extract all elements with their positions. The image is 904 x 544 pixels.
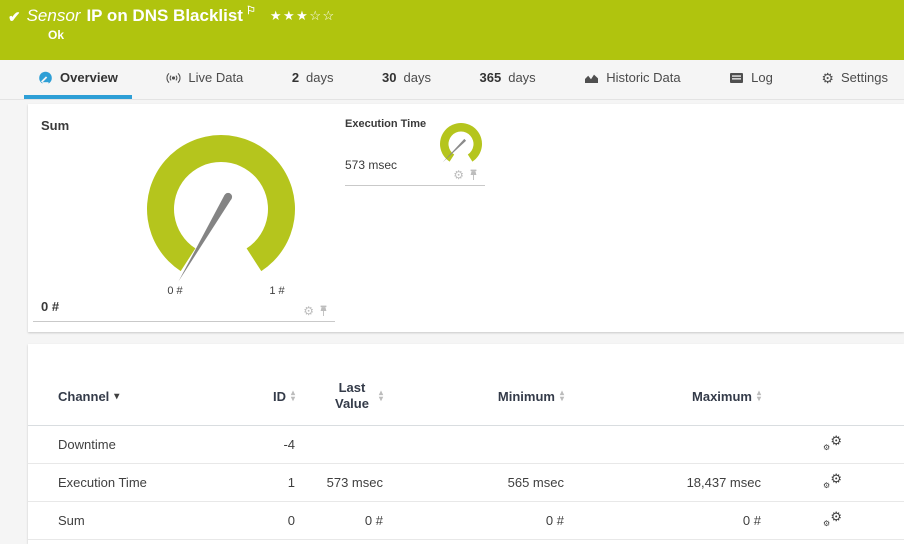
tab-30-days[interactable]: 30 days <box>368 60 445 99</box>
status-check-icon: ✔ <box>8 9 21 26</box>
gauges-panel: Sum 0 # 1 # 0 # ⚙ Execution Time 573 mse… <box>28 104 904 332</box>
gear-icon: ⚙ <box>823 480 831 490</box>
tab-number: 30 <box>382 70 397 85</box>
tab-bar: Overview Live Data 2 days 30 days 365 da… <box>0 60 904 100</box>
gauge-current-value: 573 msec <box>345 158 398 172</box>
sum-gauge <box>147 135 295 282</box>
cell-last-value: 573 msec <box>295 463 383 502</box>
broadcast-icon <box>166 72 181 83</box>
header-label: Channel <box>58 388 110 404</box>
tab-label: days <box>306 70 334 85</box>
cell-channel: Execution Time <box>28 463 238 502</box>
header-label: Maximum <box>692 388 752 404</box>
sort-icon[interactable]: ▴ ▾ <box>560 389 564 403</box>
tab-label: days <box>508 70 536 85</box>
priority-stars[interactable]: ★★★☆☆ <box>270 8 336 24</box>
sensor-status-text: Ok <box>48 28 65 42</box>
gear-icon: ⚙ <box>830 432 842 448</box>
table-row-execution-time: Execution Time 1 573 msec 565 msec 18,43… <box>28 463 904 502</box>
gauge-title: Sum <box>41 118 70 133</box>
gear-icon: ⚙ <box>823 442 831 452</box>
gauge-scale-min: 0 # <box>167 285 183 297</box>
cell-id: -4 <box>238 425 295 464</box>
cell-minimum: 565 msec <box>383 463 564 502</box>
tab-live-data[interactable]: Live Data <box>152 60 257 99</box>
sensor-kind-label: Sensor <box>26 6 81 25</box>
cell-maximum: 0 # <box>564 501 761 540</box>
stars-filled[interactable]: ★★★ <box>270 8 309 23</box>
cell-channel: Downtime <box>28 425 238 464</box>
tab-log[interactable]: Log <box>715 60 787 99</box>
pin-icon[interactable] <box>318 305 329 317</box>
gear-icon: ⚙ <box>830 470 842 486</box>
tab-settings[interactable]: ⚙ Settings <box>807 60 902 99</box>
sensor-title: IP on DNS Blacklist ⚐ <box>86 5 256 26</box>
table-row-sum: Sum 0 0 # 0 # 0 # ⚙ ⚙ <box>28 501 904 540</box>
gauge-settings-gear-icon[interactable]: ⚙ <box>453 169 464 181</box>
channels-table: Channel ▾ ID ▴ ▾ Last Value ▴ ▾ Minimum ▴ ▾ Max… <box>28 372 904 540</box>
gear-icon: ⚙ <box>830 508 842 524</box>
gauge-current-value: 0 # <box>41 299 60 314</box>
cell-minimum: 0 # <box>383 501 564 540</box>
sort-icon[interactable]: ▴ ▾ <box>757 389 761 403</box>
tab-2-days[interactable]: 2 days <box>278 60 348 99</box>
header-label: ID <box>272 388 286 404</box>
sensor-title-text: IP on DNS Blacklist <box>86 6 243 25</box>
tab-label: Historic Data <box>606 70 681 85</box>
tab-label: Overview <box>60 70 118 85</box>
execution-time-gauge-widget: Execution Time 573 msec ⚙ <box>345 112 485 186</box>
column-header-actions <box>761 372 904 426</box>
pin-icon[interactable] <box>468 169 479 181</box>
sort-icon[interactable]: ▴ ▾ <box>379 389 383 403</box>
gear-icon: ⚙ <box>821 69 834 86</box>
table-row-downtime: Downtime -4 ⚙ ⚙ <box>28 425 904 464</box>
gear-icon: ⚙ <box>823 518 831 528</box>
priority-flag-icon[interactable]: ⚐ <box>246 5 256 17</box>
column-header-last-value[interactable]: Last Value ▴ ▾ <box>295 372 383 426</box>
gauge-scale-max: 1 # <box>269 285 285 297</box>
area-chart-icon <box>585 74 599 83</box>
cell-id: 0 <box>238 501 295 540</box>
stars-empty[interactable]: ☆☆ <box>309 8 335 23</box>
tab-number: 2 <box>291 70 300 85</box>
header-label: Minimum <box>497 388 555 404</box>
tab-label: Live Data <box>188 70 244 85</box>
gauge-title: Execution Time <box>345 118 427 130</box>
cell-maximum: 18,437 msec <box>564 463 761 502</box>
cell-maximum <box>564 425 761 464</box>
column-header-channel[interactable]: Channel ▾ <box>28 372 238 426</box>
tab-number: 365 <box>479 70 502 85</box>
channel-settings-icon[interactable]: ⚙ ⚙ <box>823 470 842 490</box>
log-icon <box>730 72 744 83</box>
channel-settings-icon[interactable]: ⚙ ⚙ <box>823 508 842 528</box>
sum-gauge-widget: Sum 0 # 1 # 0 # ⚙ <box>33 104 335 322</box>
cell-last-value <box>295 425 383 464</box>
header-label: Last Value <box>335 380 369 412</box>
tab-label: days <box>403 70 431 85</box>
cell-id: 1 <box>238 463 295 502</box>
table-header-row: Channel ▾ ID ▴ ▾ Last Value ▴ ▾ Minimum ▴ ▾ Max… <box>28 372 904 426</box>
tab-historic-data[interactable]: Historic Data <box>570 60 694 99</box>
sort-icon[interactable]: ▴ ▾ <box>291 389 295 403</box>
cell-channel: Sum <box>28 501 238 540</box>
tab-label: Log <box>751 70 773 85</box>
gauge-icon <box>39 71 52 85</box>
column-header-id[interactable]: ID ▴ ▾ <box>238 372 295 426</box>
channel-settings-icon[interactable]: ⚙ ⚙ <box>823 432 842 452</box>
cell-last-value: 0 # <box>295 501 383 540</box>
sort-desc-icon: ▾ <box>114 390 120 402</box>
tab-365-days[interactable]: 365 days <box>466 60 550 99</box>
cell-minimum <box>383 425 564 464</box>
column-header-minimum[interactable]: Minimum ▴ ▾ <box>383 372 564 426</box>
tab-overview[interactable]: Overview <box>24 60 132 99</box>
sensor-status-bar: ✔ Sensor IP on DNS Blacklist ⚐ ★★★☆☆ Ok <box>0 0 904 60</box>
tab-label: Settings <box>840 70 888 85</box>
column-header-maximum[interactable]: Maximum ▴ ▾ <box>564 372 761 426</box>
channels-panel: Channel ▾ ID ▴ ▾ Last Value ▴ ▾ Minimum ▴ ▾ Max… <box>28 344 904 544</box>
gauge-settings-gear-icon[interactable]: ⚙ <box>303 305 314 317</box>
